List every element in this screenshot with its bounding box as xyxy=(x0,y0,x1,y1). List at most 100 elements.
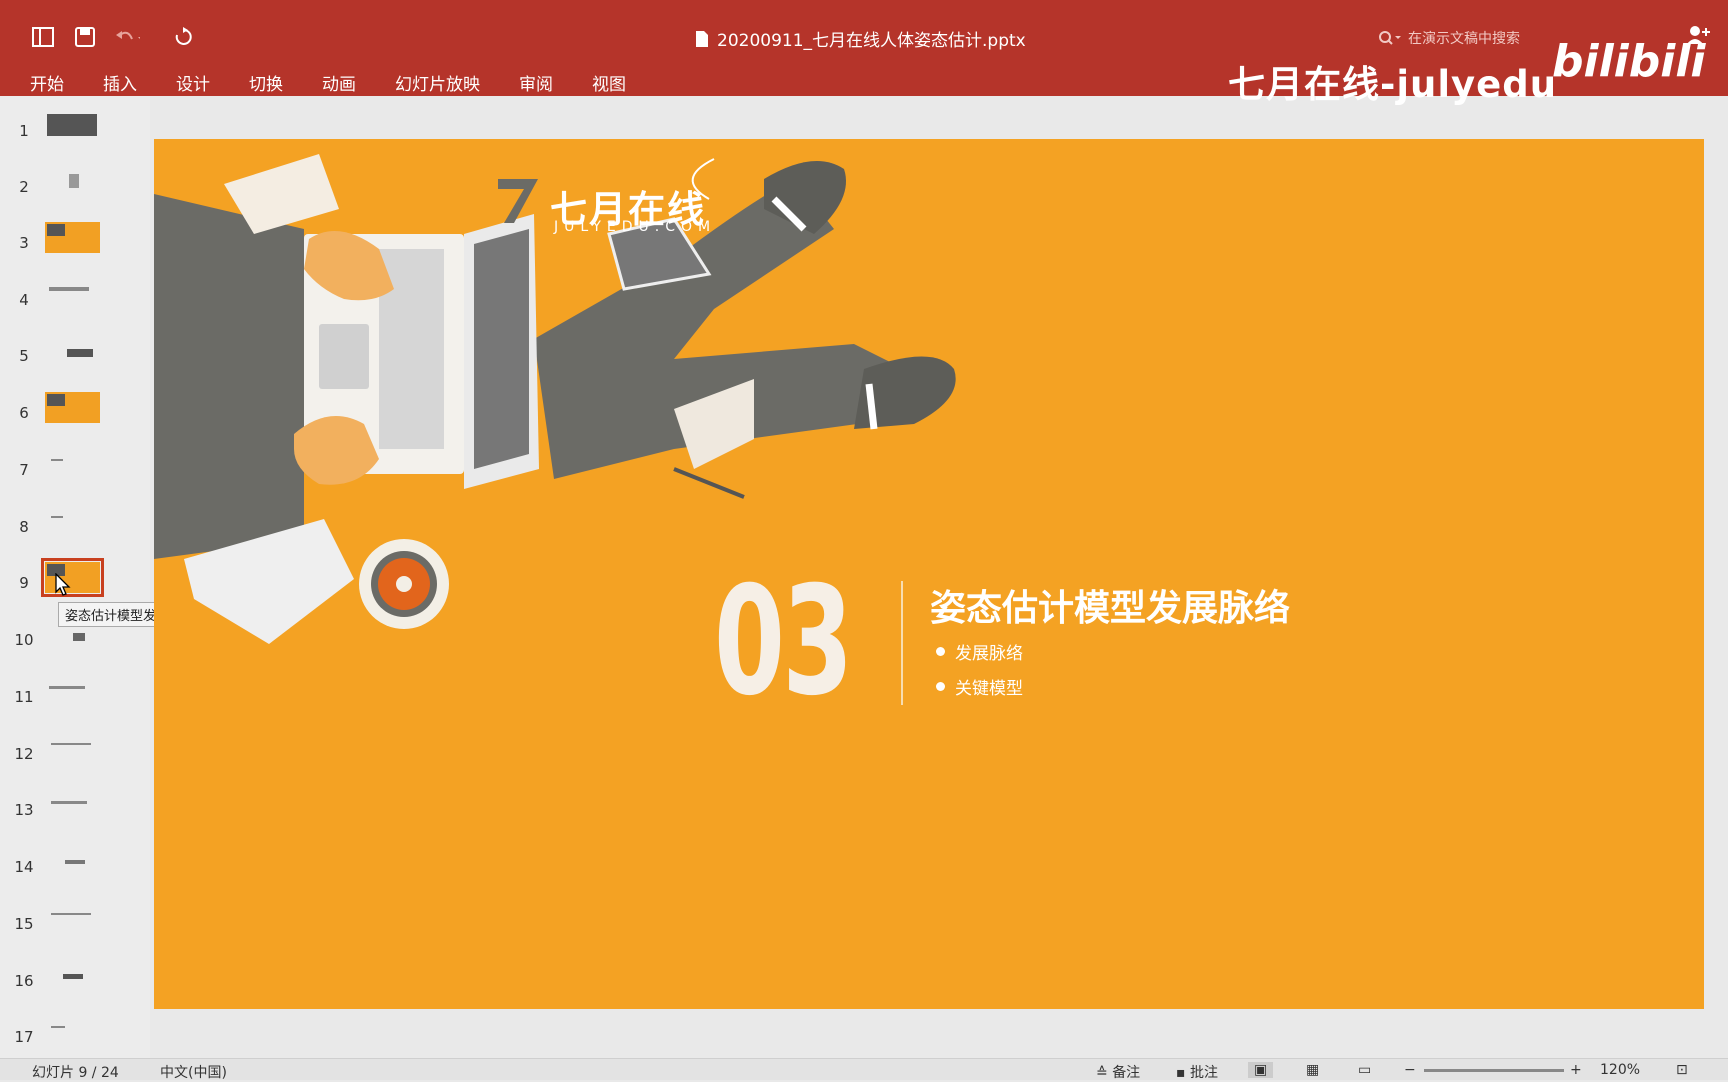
sidebar-icon[interactable] xyxy=(30,24,56,50)
thumbnail-image xyxy=(45,846,100,877)
thumbnail-2[interactable]: 2 xyxy=(0,166,150,206)
notes-label: 备注 xyxy=(1112,1065,1141,1081)
julyedu-logo-icon xyxy=(498,179,538,223)
thumbnail-8[interactable]: 8 xyxy=(0,506,150,546)
thumbnail-17[interactable]: 17 xyxy=(0,1016,150,1056)
thumbnail-11[interactable]: 11 xyxy=(0,676,150,716)
search-icon xyxy=(1379,31,1401,45)
tab-insert[interactable]: 插入 xyxy=(103,70,137,95)
notes-button[interactable]: ≙ 备注 xyxy=(1096,1062,1140,1082)
thumbnail-4[interactable]: 4 xyxy=(0,279,150,319)
redo-icon[interactable] xyxy=(170,24,196,50)
thumbnail-image xyxy=(45,789,100,820)
zoom-level[interactable]: 120% xyxy=(1600,1062,1640,1078)
thumbnail-image xyxy=(45,903,100,934)
bullet-dot xyxy=(936,682,945,691)
thumbnail-image xyxy=(45,449,100,480)
thumbnail-12[interactable]: 12 xyxy=(0,733,150,773)
search-placeholder: 在演示文稿中搜索 xyxy=(1408,31,1520,47)
vertical-divider xyxy=(901,581,903,705)
thumbnail-number: 10 xyxy=(14,631,34,649)
tab-transitions[interactable]: 切换 xyxy=(249,70,283,95)
status-bar: 幻灯片 9 / 24 中文(中国) ≙ 备注 ▪ 批注 ▣ ▦ ▭ − + 12… xyxy=(0,1058,1728,1082)
bullet-text: 发展脉络 xyxy=(955,644,1023,664)
thumbnail-1[interactable]: 1 xyxy=(0,110,150,150)
bullet-dot xyxy=(936,647,945,656)
thumbnail-number: 2 xyxy=(19,178,29,196)
thumbnail-image xyxy=(45,960,100,991)
save-icon[interactable] xyxy=(72,24,98,50)
thumbnail-image xyxy=(45,222,100,253)
tab-slideshow[interactable]: 幻灯片放映 xyxy=(395,70,480,95)
tab-review[interactable]: 审阅 xyxy=(519,70,553,95)
thumbnail-number: 11 xyxy=(14,688,34,706)
document-title: 20200911_七月在线人体姿态估计.pptx xyxy=(695,26,1026,51)
pptx-file-icon xyxy=(696,30,708,47)
thumbnail-image xyxy=(45,392,100,423)
bullet-item: 关键模型 xyxy=(936,674,1023,699)
thumbnail-image xyxy=(45,1016,100,1047)
normal-view-icon[interactable]: ▣ xyxy=(1248,1062,1274,1078)
thumbnail-14[interactable]: 14 xyxy=(0,846,150,886)
tab-home[interactable]: 开始 xyxy=(30,70,64,95)
bilibili-logo: bilibili xyxy=(1552,36,1706,87)
logo-english: JULYEDU.COM xyxy=(554,219,717,235)
thumbnail-13[interactable]: 13 xyxy=(0,789,150,829)
bullet-text: 关键模型 xyxy=(955,679,1023,699)
thumbnail-image xyxy=(45,110,100,141)
thumbnail-number: 7 xyxy=(19,461,29,479)
thumbnail-number: 17 xyxy=(14,1028,34,1046)
comments-label: 批注 xyxy=(1189,1065,1218,1081)
section-title: 姿态估计模型发展脉络 xyxy=(930,588,1291,629)
reading-view-icon[interactable]: ▭ xyxy=(1358,1062,1371,1078)
tab-design[interactable]: 设计 xyxy=(176,70,210,95)
thumbnail-15[interactable]: 15 xyxy=(0,903,150,943)
tab-view[interactable]: 视图 xyxy=(592,70,626,95)
thumbnail-number: 14 xyxy=(14,858,34,876)
undo-icon[interactable] xyxy=(114,24,140,50)
zoom-out-icon[interactable]: − xyxy=(1404,1062,1416,1078)
comments-button[interactable]: ▪ 批注 xyxy=(1176,1062,1218,1082)
thumbnail-image xyxy=(45,279,100,310)
thumbnail-number: 9 xyxy=(19,574,29,592)
thumbnail-9[interactable]: 9 xyxy=(0,558,150,602)
tab-animations[interactable]: 动画 xyxy=(322,70,356,95)
thumbnail-number: 1 xyxy=(19,122,29,140)
thumbnail-3[interactable]: 3 xyxy=(0,222,150,262)
thumbnail-number: 15 xyxy=(14,915,34,933)
zoom-slider[interactable] xyxy=(1424,1069,1564,1072)
language-indicator[interactable]: 中文(中国) xyxy=(160,1062,227,1082)
slide-counter: 幻灯片 9 / 24 xyxy=(32,1065,119,1081)
thumbnail-image xyxy=(45,676,100,707)
thumbnail-image xyxy=(45,733,100,764)
thumbnail-7[interactable]: 7 xyxy=(0,449,150,489)
title-bar: 20200911_七月在线人体姿态估计.pptx 在演示文稿中搜索 七月在线-j… xyxy=(0,0,1728,106)
thumbnail-image xyxy=(45,506,100,537)
fit-window-icon[interactable]: ⊡ xyxy=(1676,1062,1688,1078)
watermark-text: 七月在线-julyedu xyxy=(1228,63,1558,106)
thumbnail-number: 16 xyxy=(14,972,34,990)
thumbnail-16[interactable]: 16 xyxy=(0,960,150,1000)
mouse-cursor-icon xyxy=(55,573,71,596)
thumbnail-number: 3 xyxy=(19,234,29,252)
thumbnail-image xyxy=(45,166,100,197)
thumbnail-number: 13 xyxy=(14,801,34,819)
notes-icon: ≙ xyxy=(1096,1065,1113,1081)
thumbnail-number: 12 xyxy=(14,745,34,763)
slide-thumbnail-panel[interactable]: 1 2 3 4 5 6 7 8 9 10 11 12 13 14 15 16 1… xyxy=(0,96,150,1058)
slide-canvas[interactable]: 七月在线 JULYEDU.COM 03 姿态估计模型发展脉络 发展脉络 关键模型 xyxy=(154,139,1704,1009)
thumbnail-image-selected xyxy=(41,558,104,597)
thumbnail-5[interactable]: 5 xyxy=(0,335,150,375)
thumbnail-number: 6 xyxy=(19,404,29,422)
document-title-text: 20200911_七月在线人体姿态估计.pptx xyxy=(717,31,1026,51)
bullet-item: 发展脉络 xyxy=(936,639,1023,664)
ribbon-tabs: 开始 插入 设计 切换 动画 幻灯片放映 审阅 视图 xyxy=(30,70,665,95)
thumbnail-number: 4 xyxy=(19,291,29,309)
zoom-in-icon[interactable]: + xyxy=(1570,1062,1582,1078)
thumbnail-image xyxy=(45,335,100,366)
slide-sorter-icon[interactable]: ▦ xyxy=(1306,1062,1319,1078)
thumbnail-number: 8 xyxy=(19,518,29,536)
thumbnail-number: 5 xyxy=(19,347,29,365)
thumbnail-6[interactable]: 6 xyxy=(0,392,150,432)
section-number: 03 xyxy=(714,555,853,729)
